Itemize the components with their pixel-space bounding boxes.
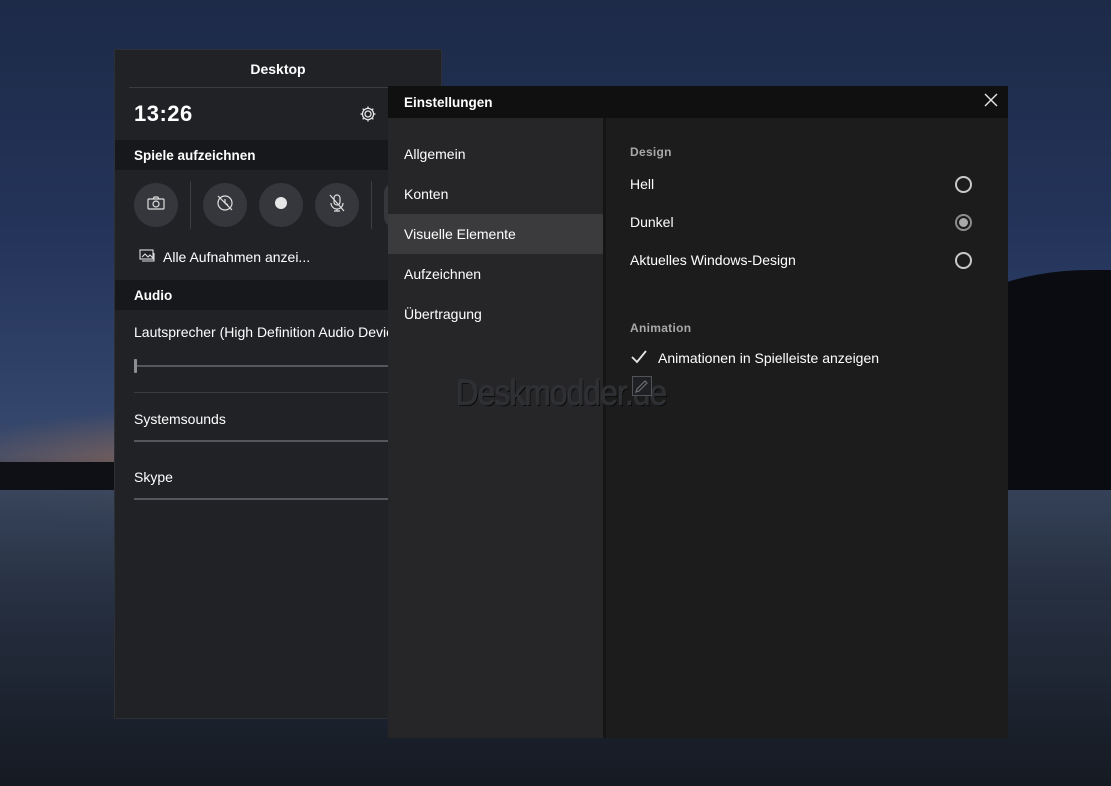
mic-toggle-button[interactable] xyxy=(315,183,359,227)
close-icon xyxy=(984,93,998,112)
slider-track xyxy=(134,365,424,367)
checkmark-icon xyxy=(631,349,647,367)
nav-item-visuelle-elemente[interactable]: Visuelle Elemente xyxy=(388,214,603,254)
app-volume-slider[interactable] xyxy=(134,431,424,451)
nav-item-allgemein[interactable]: Allgemein xyxy=(388,134,603,174)
settings-nav: Allgemein Konten Visuelle Elemente Aufze… xyxy=(388,118,603,738)
all-captures-label: Alle Aufnahmen anzei... xyxy=(163,249,311,265)
animation-group-label: Animation xyxy=(630,321,692,335)
design-group-label: Design xyxy=(630,145,672,159)
capture-divider xyxy=(190,181,191,229)
settings-titlebar: Einstellungen xyxy=(388,86,1008,118)
mic-off-icon xyxy=(329,193,345,217)
settings-body: Allgemein Konten Visuelle Elemente Aufze… xyxy=(388,118,1008,738)
gamebar-title: Desktop xyxy=(129,50,427,88)
design-option-windows[interactable]: Aktuelles Windows-Design xyxy=(630,241,984,279)
design-option-dunkel[interactable]: Dunkel xyxy=(630,203,984,241)
nav-item-aufzeichnen[interactable]: Aufzeichnen xyxy=(388,254,603,294)
history-off-icon xyxy=(216,194,234,217)
checkbox-label: Animationen in Spielleiste anzeigen xyxy=(658,350,880,366)
gallery-icon xyxy=(139,248,155,266)
record-button[interactable] xyxy=(259,183,303,227)
capture-divider xyxy=(371,181,372,229)
app-volume-slider[interactable] xyxy=(134,489,424,509)
settings-content: Design Hell Dunkel Aktuelles Windows-Des… xyxy=(606,118,1008,738)
gear-icon[interactable] xyxy=(358,104,378,124)
design-option-hell[interactable]: Hell xyxy=(630,165,984,203)
record-last-button[interactable] xyxy=(203,183,247,227)
animation-checkbox-row[interactable]: Animationen in Spielleiste anzeigen xyxy=(630,349,984,367)
radio-button[interactable] xyxy=(955,175,972,193)
nav-item-uebertragung[interactable]: Übertragung xyxy=(388,294,603,334)
screenshot-button[interactable] xyxy=(134,183,178,227)
nav-item-konten[interactable]: Konten xyxy=(388,174,603,214)
master-volume-slider[interactable] xyxy=(134,356,424,376)
settings-title: Einstellungen xyxy=(404,94,493,110)
camera-icon xyxy=(147,195,165,215)
checkbox[interactable] xyxy=(630,349,648,367)
radio-label: Hell xyxy=(630,176,655,192)
radio-label: Aktuelles Windows-Design xyxy=(630,252,796,268)
close-button[interactable] xyxy=(974,86,1008,118)
radio-label: Dunkel xyxy=(630,214,674,230)
clock: 13:26 xyxy=(134,101,193,126)
slider-track xyxy=(134,440,424,442)
slider-track xyxy=(134,498,424,500)
watermark-pen-icon xyxy=(632,376,652,396)
wallpaper-shore xyxy=(0,462,120,490)
slider-thumb[interactable] xyxy=(134,359,137,373)
record-dot-icon xyxy=(275,196,287,214)
radio-button[interactable] xyxy=(955,251,972,269)
radio-button[interactable] xyxy=(955,213,972,231)
